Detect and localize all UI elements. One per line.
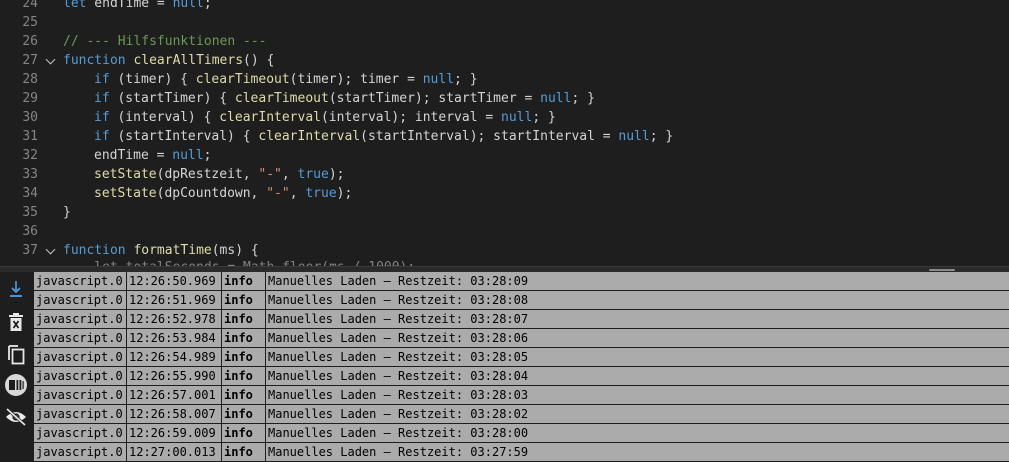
log-row[interactable]: javascript.0 12:26:50.969 info Manuelles La…: [34, 272, 1009, 291]
line-number: 34: [22, 186, 38, 201]
log-message: Manuelles Laden – Restzeit: 03:28:05: [268, 350, 529, 364]
log-source: javascript.0: [34, 272, 127, 290]
log-level: info: [222, 291, 266, 309]
log-source: javascript.0: [34, 424, 127, 442]
log-row[interactable]: javascript.0 12:26:52.978 info Manuelles La…: [34, 310, 1009, 329]
code-line[interactable]: 30 if (interval) { clearInterval(interval…: [0, 108, 1009, 127]
code-text: setState(dpRestzeit, "-", true);: [94, 167, 345, 182]
code-text: if (startInterval) { clearInterval(start…: [94, 129, 674, 144]
code-line[interactable]: 32 endTime = null;: [0, 146, 1009, 165]
log-source: javascript.0: [34, 367, 127, 385]
log-row[interactable]: javascript.0 12:26:54.989 info Manuelles La…: [34, 348, 1009, 367]
log-source: javascript.0: [34, 405, 127, 423]
code-text: }: [63, 205, 71, 220]
log-message: Manuelles Laden – Restzeit: 03:28:00: [268, 426, 529, 440]
code-text: function clearAllTimers() {: [63, 53, 275, 68]
code-line[interactable]: 29 if (startTimer) { clearTimeout(startTi…: [0, 89, 1009, 108]
code-line[interactable]: 25: [0, 13, 1009, 32]
code-line[interactable]: 27 function clearAllTimers() {: [0, 51, 1009, 70]
log-level: info: [222, 443, 266, 461]
log-source: javascript.0: [34, 329, 127, 347]
code-line[interactable]: 24 let endTime = null;: [0, 0, 1009, 13]
log-message: Manuelles Laden – Restzeit: 03:27:59: [268, 445, 529, 459]
line-number: 27: [22, 53, 38, 68]
code-editor[interactable]: 24 let endTime = null; 25 26 // --- Hilfsfun…: [0, 0, 1009, 266]
code-line[interactable]: 36: [0, 222, 1009, 241]
log-row[interactable]: javascript.0 12:26:58.007 info Manuelles La…: [34, 405, 1009, 424]
log-row[interactable]: javascript.0 12:26:51.969 info Manuelles La…: [34, 291, 1009, 310]
line-number: 24: [22, 0, 38, 11]
log-time: 12:26:51.969: [127, 291, 222, 309]
log-time: 12:26:53.984: [127, 329, 222, 347]
code-line[interactable]: 31 if (startInterval) { clearInterval(sta…: [0, 127, 1009, 146]
log-level: info: [222, 310, 266, 328]
code-line[interactable]: 26 // --- Hilfsfunktionen ---: [0, 32, 1009, 51]
code-text: setState(dpCountdown, "-", true);: [94, 186, 353, 201]
log-level: info: [222, 272, 266, 290]
line-number: 26: [22, 34, 38, 49]
code-line-partial: let totalSeconds = Math.floor(ms / 1000)…: [0, 258, 1009, 266]
line-number: 35: [22, 205, 38, 220]
code-text: if (interval) { clearInterval(interval);…: [94, 110, 556, 125]
log-level: info: [222, 348, 266, 366]
log-level: info: [222, 386, 266, 404]
log-level: info: [222, 329, 266, 347]
log-time: 12:26:57.001: [127, 386, 222, 404]
log-row[interactable]: javascript.0 12:26:59.009 info Manuelles La…: [34, 424, 1009, 443]
log-row[interactable]: javascript.0 12:26:53.984 info Manuelles La…: [34, 329, 1009, 348]
copy-icon[interactable]: [3, 341, 29, 367]
code-text: let totalSeconds = Math.floor(ms / 1000)…: [63, 258, 415, 266]
splitter-grip[interactable]: [929, 269, 955, 271]
code-line[interactable]: 35}: [0, 203, 1009, 222]
code-text: endTime = null;: [94, 148, 212, 163]
log-source: javascript.0: [34, 291, 127, 309]
log-message: Manuelles Laden – Restzeit: 03:28:08: [268, 293, 529, 307]
code-text: let endTime = null;: [63, 0, 212, 11]
line-number: 28: [22, 72, 38, 87]
log-level: info: [222, 424, 266, 442]
log-time: 12:26:58.007: [127, 405, 222, 423]
line-number: 31: [22, 129, 38, 144]
log-source: javascript.0: [34, 310, 127, 328]
log-time: 12:27:00.013: [127, 443, 222, 461]
log-message: Manuelles Laden – Restzeit: 03:28:02: [268, 407, 529, 421]
log-message: Manuelles Laden – Restzeit: 03:28:09: [268, 274, 529, 288]
line-number: 33: [22, 167, 38, 182]
line-number: 36: [22, 224, 38, 239]
log-message: Manuelles Laden – Restzeit: 03:28:06: [268, 331, 529, 345]
code-line[interactable]: 34 setState(dpCountdown, "-", true);: [0, 184, 1009, 203]
clear-log-icon[interactable]: [3, 309, 29, 335]
log-source: javascript.0: [34, 386, 127, 404]
log-row[interactable]: javascript.0 12:27:00.013 info Manuelles La…: [34, 443, 1009, 462]
scroll-to-bottom-icon[interactable]: [3, 276, 29, 302]
log-row[interactable]: javascript.0 12:26:57.001 info Manuelles La…: [34, 386, 1009, 405]
code-text: // --- Hilfsfunktionen ---: [63, 34, 267, 49]
log-message: Manuelles Laden – Restzeit: 03:28:03: [268, 388, 529, 402]
log-message: Manuelles Laden – Restzeit: 03:28:07: [268, 312, 529, 326]
code-text: if (startTimer) { clearTimeout(startTime…: [94, 91, 595, 106]
log-source: javascript.0: [34, 348, 127, 366]
log-time: 12:26:54.989: [127, 348, 222, 366]
log-time: 12:26:59.009: [127, 424, 222, 442]
line-number: 30: [22, 110, 38, 125]
log-level: info: [222, 405, 266, 423]
code-text: if (timer) { clearTimeout(timer); timer …: [94, 72, 478, 87]
log-panel: javascript.0 12:26:50.969 info Manuelles La…: [0, 272, 1009, 462]
line-number: 32: [22, 148, 38, 163]
log-row[interactable]: javascript.0 12:26:55.990 info Manuelles La…: [34, 367, 1009, 386]
log-source: javascript.0: [34, 443, 127, 461]
log-time: 12:26:50.969: [127, 272, 222, 290]
code-line[interactable]: 33 setState(dpRestzeit, "-", true);: [0, 165, 1009, 184]
code-line[interactable]: 28 if (timer) { clearTimeout(timer); time…: [0, 70, 1009, 89]
log-toolbar: [0, 272, 32, 462]
hide-icon[interactable]: [3, 404, 29, 430]
fold-chevron-icon[interactable]: [45, 51, 59, 70]
log-time: 12:26:55.990: [127, 367, 222, 385]
line-number: 29: [22, 91, 38, 106]
toggle-columns-icon[interactable]: [3, 372, 29, 398]
log-message: Manuelles Laden – Restzeit: 03:28:04: [268, 369, 529, 383]
line-number: 25: [22, 15, 38, 30]
log-time: 12:26:52.978: [127, 310, 222, 328]
log-level: info: [222, 367, 266, 385]
